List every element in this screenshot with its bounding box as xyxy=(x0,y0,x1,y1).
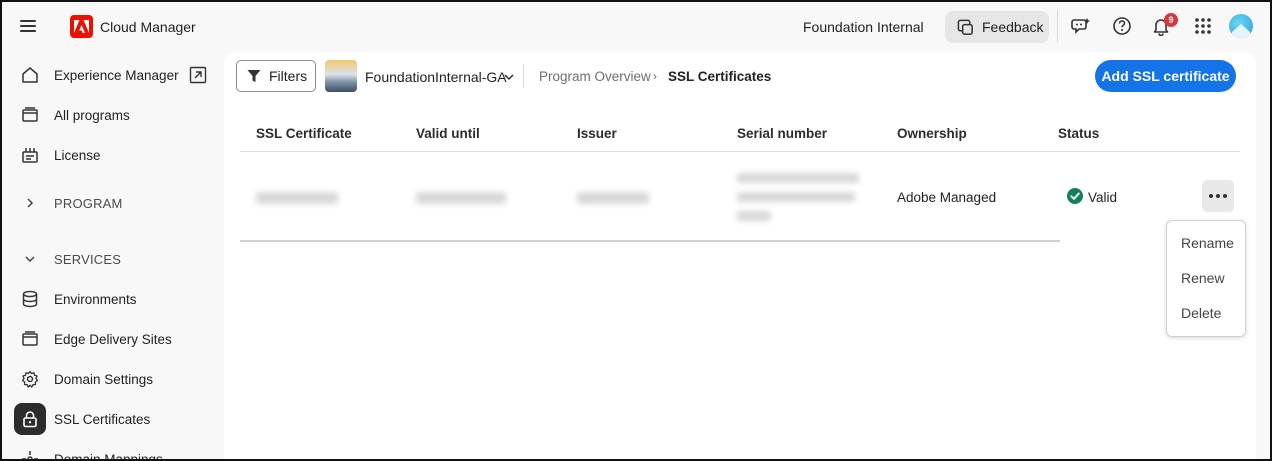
programs-icon xyxy=(14,99,46,131)
column-header-issuer[interactable]: Issuer xyxy=(577,126,617,141)
license-icon xyxy=(14,139,46,171)
more-actions-button[interactable] xyxy=(1202,180,1234,212)
sidebar-item-all-programs[interactable]: All programs xyxy=(14,99,214,131)
chevron-right-icon xyxy=(14,187,46,219)
filters-button[interactable]: Filters xyxy=(236,60,316,92)
row-divider xyxy=(240,240,1060,242)
redacted-serial-number xyxy=(737,173,859,183)
help-icon[interactable] xyxy=(1111,15,1133,37)
column-header-valid-until[interactable]: Valid until xyxy=(416,126,480,141)
sidebar-item-label: Edge Delivery Sites xyxy=(54,331,172,347)
chat-icon[interactable] xyxy=(1070,15,1092,37)
redacted-serial-number xyxy=(737,211,771,221)
chevron-down-icon[interactable] xyxy=(503,70,515,82)
toolbar-separator xyxy=(523,64,524,88)
add-ssl-certificate-button[interactable]: Add SSL certificate xyxy=(1095,60,1236,92)
gear-icon xyxy=(14,363,46,395)
sidebar-item-domain-settings[interactable]: Domain Settings xyxy=(14,363,214,395)
actions-menu: Rename Renew Delete xyxy=(1166,220,1246,337)
sidebar-item-domain-mappings[interactable]: Domain Mappings xyxy=(14,443,214,461)
filter-icon xyxy=(247,70,261,82)
sidebar-item-label: Experience Manager xyxy=(54,67,179,83)
feedback-icon xyxy=(957,19,973,35)
header-divider xyxy=(240,151,1240,152)
home-icon xyxy=(14,59,46,91)
app-title: Cloud Manager xyxy=(100,19,196,35)
column-header-status[interactable]: Status xyxy=(1058,126,1099,141)
mapping-icon xyxy=(14,443,46,461)
sidebar-section-label: SERVICES xyxy=(54,251,122,267)
sidebar-section-label: PROGRAM xyxy=(54,195,123,211)
toolbar-divider xyxy=(1057,10,1058,42)
sidebar-item-label: Domain Settings xyxy=(54,371,154,387)
redacted-certificate-name xyxy=(256,192,338,204)
redacted-valid-until xyxy=(416,192,506,204)
status-value: Valid xyxy=(1088,190,1118,205)
sidebar-item-label: SSL Certificates xyxy=(54,411,151,427)
breadcrumb-chevron-icon: › xyxy=(653,69,657,83)
breadcrumb-current: SSL Certificates xyxy=(668,69,772,84)
sidebar-item-label: License xyxy=(54,147,101,163)
menu-icon[interactable] xyxy=(20,17,40,35)
program-thumbnail[interactable] xyxy=(325,60,357,92)
redacted-issuer xyxy=(577,192,649,204)
chevron-down-icon xyxy=(14,243,46,275)
lock-icon xyxy=(14,403,46,435)
redacted-serial-number xyxy=(737,192,855,202)
menu-item-renew[interactable]: Renew xyxy=(1168,264,1244,292)
menu-item-delete[interactable]: Delete xyxy=(1168,299,1244,327)
notification-badge: 9 xyxy=(1164,13,1178,27)
org-switcher[interactable]: Foundation Internal xyxy=(803,19,924,35)
sidebar-item-ssl-certificates[interactable]: SSL Certificates xyxy=(14,403,214,435)
database-icon xyxy=(14,283,46,315)
column-header-ownership[interactable]: Ownership xyxy=(897,126,967,141)
top-bar: Cloud Manager Foundation Internal Feedba… xyxy=(0,0,1272,52)
sidebar-section-program[interactable]: PROGRAM xyxy=(14,187,214,219)
sidebar-item-label: Environments xyxy=(54,291,137,307)
column-header-ssl-certificate[interactable]: SSL Certificate xyxy=(256,126,352,141)
breadcrumb-program-overview[interactable]: Program Overview xyxy=(539,69,651,84)
check-circle-icon xyxy=(1067,188,1083,204)
menu-item-rename[interactable]: Rename xyxy=(1168,229,1244,257)
column-header-serial-number[interactable]: Serial number xyxy=(737,126,827,141)
sidebar-section-services[interactable]: SERVICES xyxy=(14,243,214,275)
sidebar-item-environments[interactable]: Environments xyxy=(14,283,214,315)
program-switcher[interactable]: FoundationInternal-GA xyxy=(365,69,507,85)
sidebar-item-label: Domain Mappings xyxy=(54,451,163,461)
main-panel: Filters FoundationInternal-GA Program Ov… xyxy=(224,52,1256,461)
feedback-label: Feedback xyxy=(982,19,1044,35)
sites-icon xyxy=(14,323,46,355)
sidebar: Experience Manager All programs License … xyxy=(0,52,224,461)
sidebar-item-experience-manager[interactable]: Experience Manager xyxy=(14,59,214,91)
avatar[interactable] xyxy=(1229,14,1253,38)
sidebar-item-edge-delivery-sites[interactable]: Edge Delivery Sites xyxy=(14,323,214,355)
apps-grid-icon[interactable] xyxy=(1192,15,1214,37)
sidebar-item-label: All programs xyxy=(54,107,130,123)
external-link-icon xyxy=(189,66,207,84)
ownership-value: Adobe Managed xyxy=(897,190,997,205)
feedback-button[interactable]: Feedback xyxy=(945,11,1049,43)
adobe-logo[interactable] xyxy=(70,15,93,38)
filters-label: Filters xyxy=(269,68,308,84)
sidebar-item-license[interactable]: License xyxy=(14,139,214,171)
